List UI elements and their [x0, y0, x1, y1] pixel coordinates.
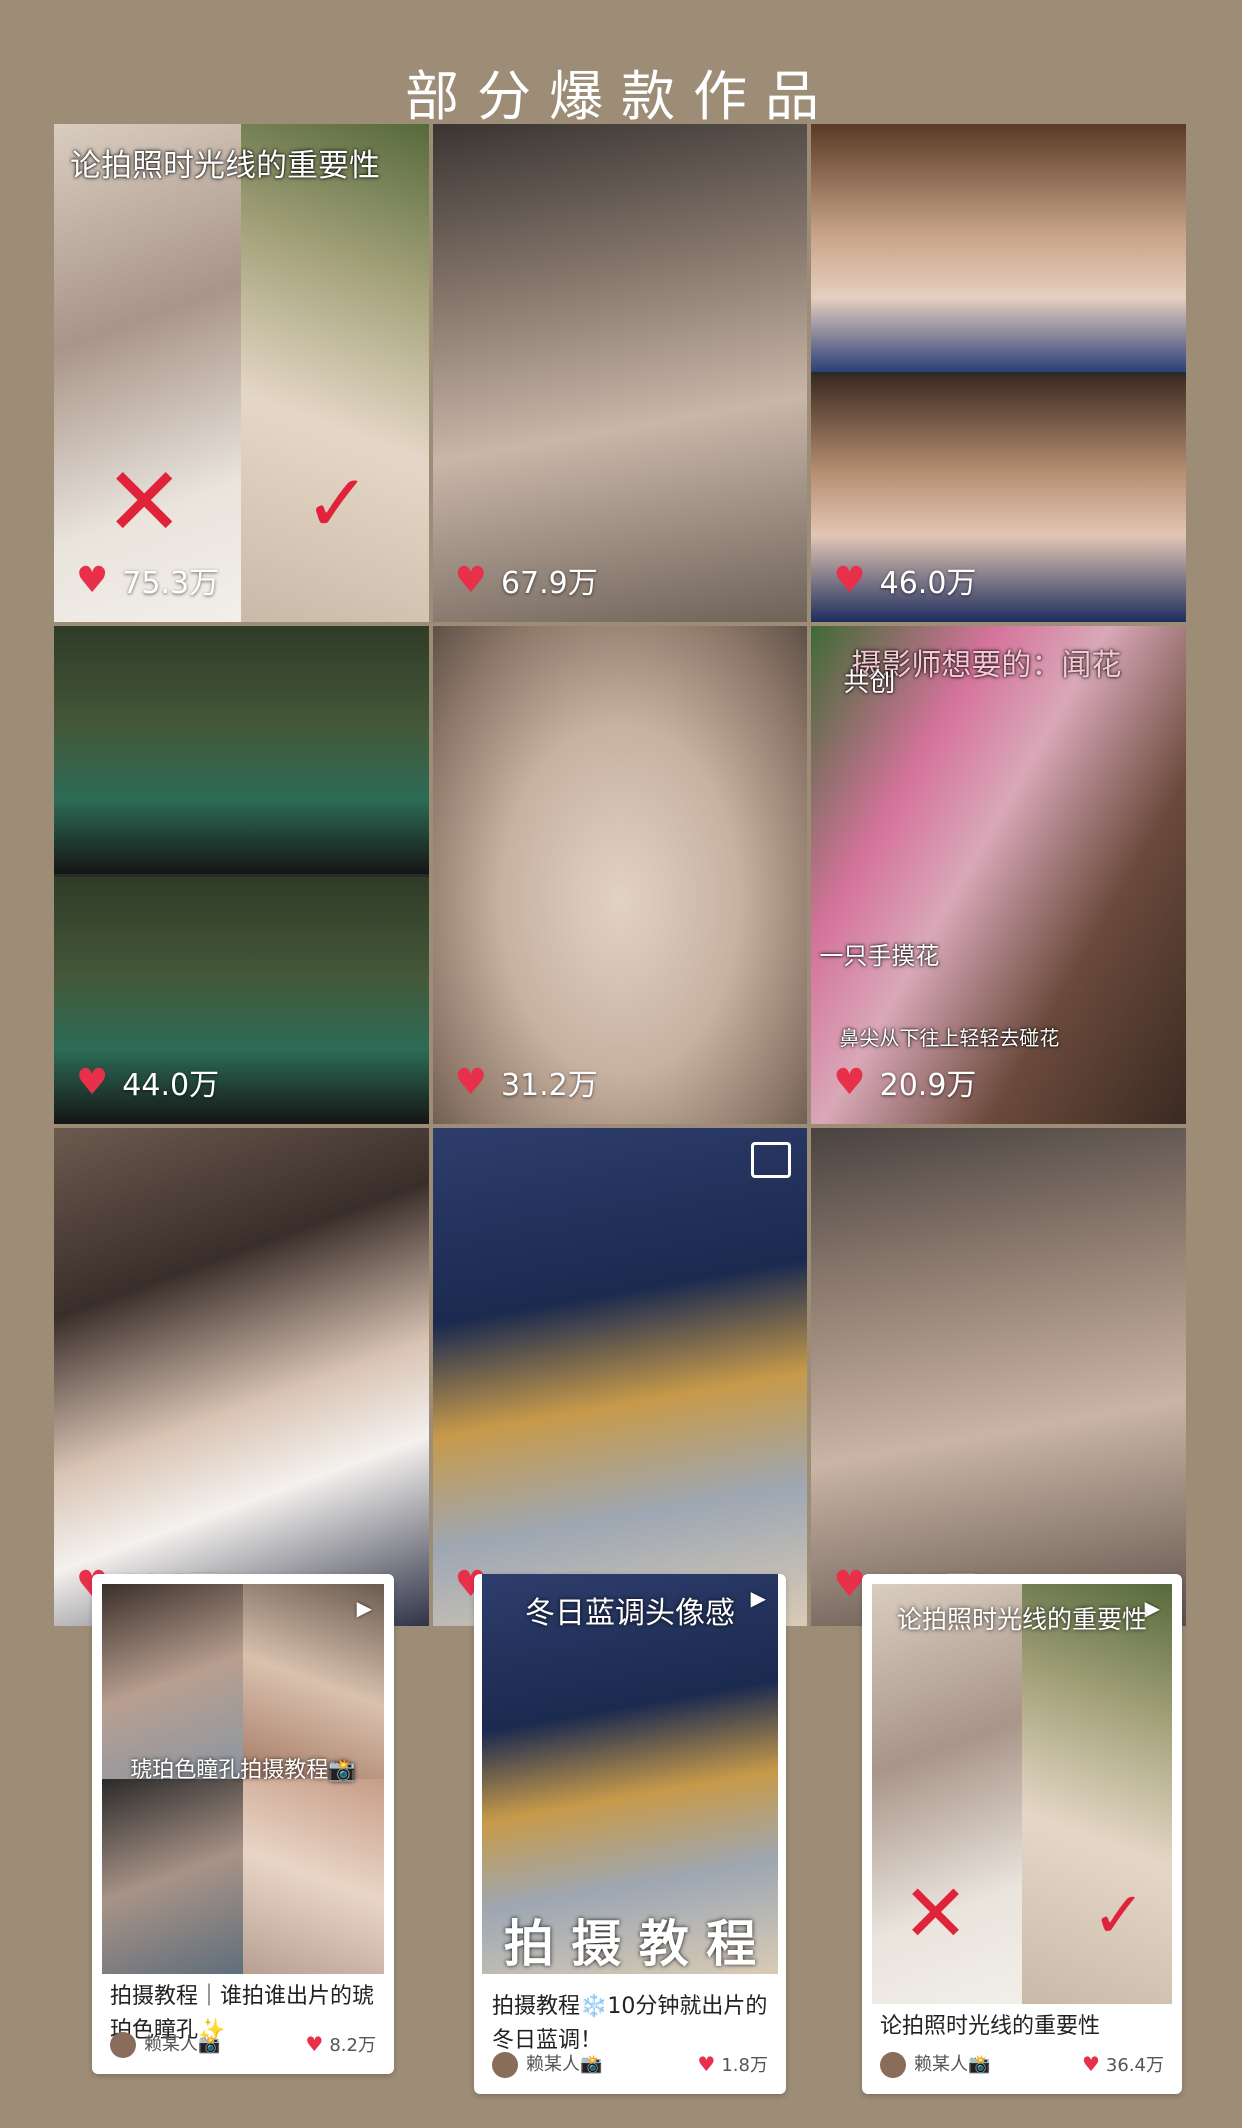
like-count-value: 67.9万: [500, 566, 598, 601]
note-card[interactable]: ▶ 冬日蓝调头像感 拍 摄 教 程 拍摄教程❄️10分钟就出片的冬日蓝调！ 赖某…: [474, 1574, 786, 2094]
avatar: [880, 2052, 906, 2078]
heart-icon: ♥: [1081, 2052, 1100, 2076]
tile-caption: 一只手摸花: [819, 942, 940, 970]
multi-image-icon: [751, 1142, 792, 1178]
author-name: 赖某人📸: [144, 2034, 221, 2055]
like-count-value: 31.2万: [500, 1068, 598, 1103]
note-thumbnail: ▶ 琥珀色瞳孔拍摄教程📸: [102, 1584, 384, 1974]
work-tile[interactable]: 摄影师想要的：闻花 共创 一只手摸花 鼻尖从下往上轻轻去碰花 ♥ 20.9万: [811, 626, 1186, 1124]
popular-works-grid: 论拍照时光线的重要性 ✕ ✓ ♥ 75.3万 ♥ 67.9万 ♥ 46.0万 ♥…: [54, 124, 1186, 1626]
like-count-value: 36.4万: [1105, 2055, 1164, 2076]
note-title: 论拍照时光线的重要性: [880, 2014, 1101, 2039]
wrong-mark-icon: ✕: [104, 446, 185, 558]
note-thumbnail: ▶ 论拍照时光线的重要性 ✕ ✓: [872, 1584, 1172, 2004]
co-create-badge: 共创: [843, 668, 896, 698]
tile-caption: 鼻尖从下往上轻轻去碰花: [839, 1026, 1060, 1050]
page-title: 部分爆款作品: [405, 65, 837, 128]
like-count: ♥ 75.3万: [76, 558, 219, 602]
heart-icon: ♥: [454, 1061, 487, 1103]
tile-overlay-title: 论拍照时光线的重要性: [70, 148, 380, 184]
note-thumbnail: ▶ 冬日蓝调头像感 拍 摄 教 程: [482, 1574, 778, 1974]
note-meta: 赖某人📸 ♥ 36.4万: [880, 2050, 1164, 2078]
wrong-mark-icon: ✕: [902, 1867, 970, 1960]
thumbnail-caption: 论拍照时光线的重要性: [896, 1605, 1147, 1634]
note-cards: ▶ 琥珀色瞳孔拍摄教程📸 拍摄教程｜谁拍谁出片的琥珀色瞳孔✨ 赖某人📸 ♥ 8.2…: [0, 1574, 1242, 2104]
like-count[interactable]: ♥ 1.8万: [697, 2051, 768, 2077]
like-count: ♥ 44.0万: [76, 1060, 219, 1104]
author-name: 赖某人📸: [526, 2054, 603, 2075]
thumbnail-caption: 拍 摄 教 程: [503, 1915, 757, 1973]
like-count: ♥ 46.0万: [833, 558, 976, 602]
play-icon: ▶: [356, 1596, 372, 1620]
work-tile[interactable]: ♥ 67.9万: [432, 124, 808, 622]
author[interactable]: 赖某人📸: [492, 2050, 602, 2078]
like-count-value: 8.2万: [329, 2035, 376, 2056]
right-mark-icon: ✓: [1092, 1879, 1146, 1953]
work-tile[interactable]: ♥ 13.5万: [811, 1128, 1186, 1626]
heart-icon: ♥: [454, 559, 487, 601]
author-name: 赖某人📸: [914, 2054, 991, 2075]
work-tile[interactable]: ♥ 17.8万: [432, 1128, 808, 1626]
like-count: ♥ 20.9万: [833, 1060, 976, 1104]
note-card[interactable]: ▶ 论拍照时光线的重要性 ✕ ✓ 论拍照时光线的重要性 赖某人📸 ♥ 36.4万: [862, 1574, 1182, 2094]
author[interactable]: 赖某人📸: [880, 2050, 990, 2078]
heart-icon: ♥: [833, 1061, 866, 1103]
avatar: [492, 2052, 518, 2078]
author[interactable]: 赖某人📸: [110, 2030, 220, 2058]
like-count: ♥ 31.2万: [455, 1060, 598, 1104]
thumbnail-caption: 冬日蓝调头像感: [525, 1596, 735, 1631]
work-tile[interactable]: ♥ 46.0万: [811, 124, 1186, 622]
thumbnail-caption: 琥珀色瞳孔拍摄教程📸: [130, 1758, 356, 1783]
like-count-value: 46.0万: [879, 566, 977, 601]
note-card[interactable]: ▶ 琥珀色瞳孔拍摄教程📸 拍摄教程｜谁拍谁出片的琥珀色瞳孔✨ 赖某人📸 ♥ 8.2…: [92, 1574, 394, 2074]
avatar: [110, 2032, 136, 2058]
work-tile[interactable]: 论拍照时光线的重要性 ✕ ✓ ♥ 75.3万: [54, 124, 429, 622]
heart-icon: ♥: [697, 2052, 716, 2076]
like-count-value: 44.0万: [122, 1068, 220, 1103]
heart-icon: ♥: [76, 559, 109, 601]
like-count-value: 1.8万: [721, 2055, 768, 2076]
like-count-value: 75.3万: [122, 566, 220, 601]
work-tile[interactable]: ♥ 19.3万: [54, 1128, 429, 1626]
note-title: 拍摄教程❄️10分钟就出片的冬日蓝调！: [492, 1994, 768, 2053]
like-count[interactable]: ♥ 36.4万: [1082, 2051, 1164, 2077]
work-tile[interactable]: ♥ 44.0万: [54, 626, 429, 1124]
heart-icon: ♥: [76, 1061, 109, 1103]
work-tile[interactable]: ♥ 31.2万: [432, 626, 808, 1124]
heart-icon: ♥: [833, 559, 866, 601]
like-count[interactable]: ♥ 8.2万: [305, 2031, 376, 2057]
like-count-value: 20.9万: [879, 1068, 977, 1103]
right-mark-icon: ✓: [304, 457, 372, 550]
heart-icon: ♥: [305, 2032, 324, 2056]
note-meta: 赖某人📸 ♥ 8.2万: [110, 2030, 376, 2058]
like-count: ♥ 67.9万: [455, 558, 598, 602]
note-meta: 赖某人📸 ♥ 1.8万: [492, 2050, 768, 2078]
